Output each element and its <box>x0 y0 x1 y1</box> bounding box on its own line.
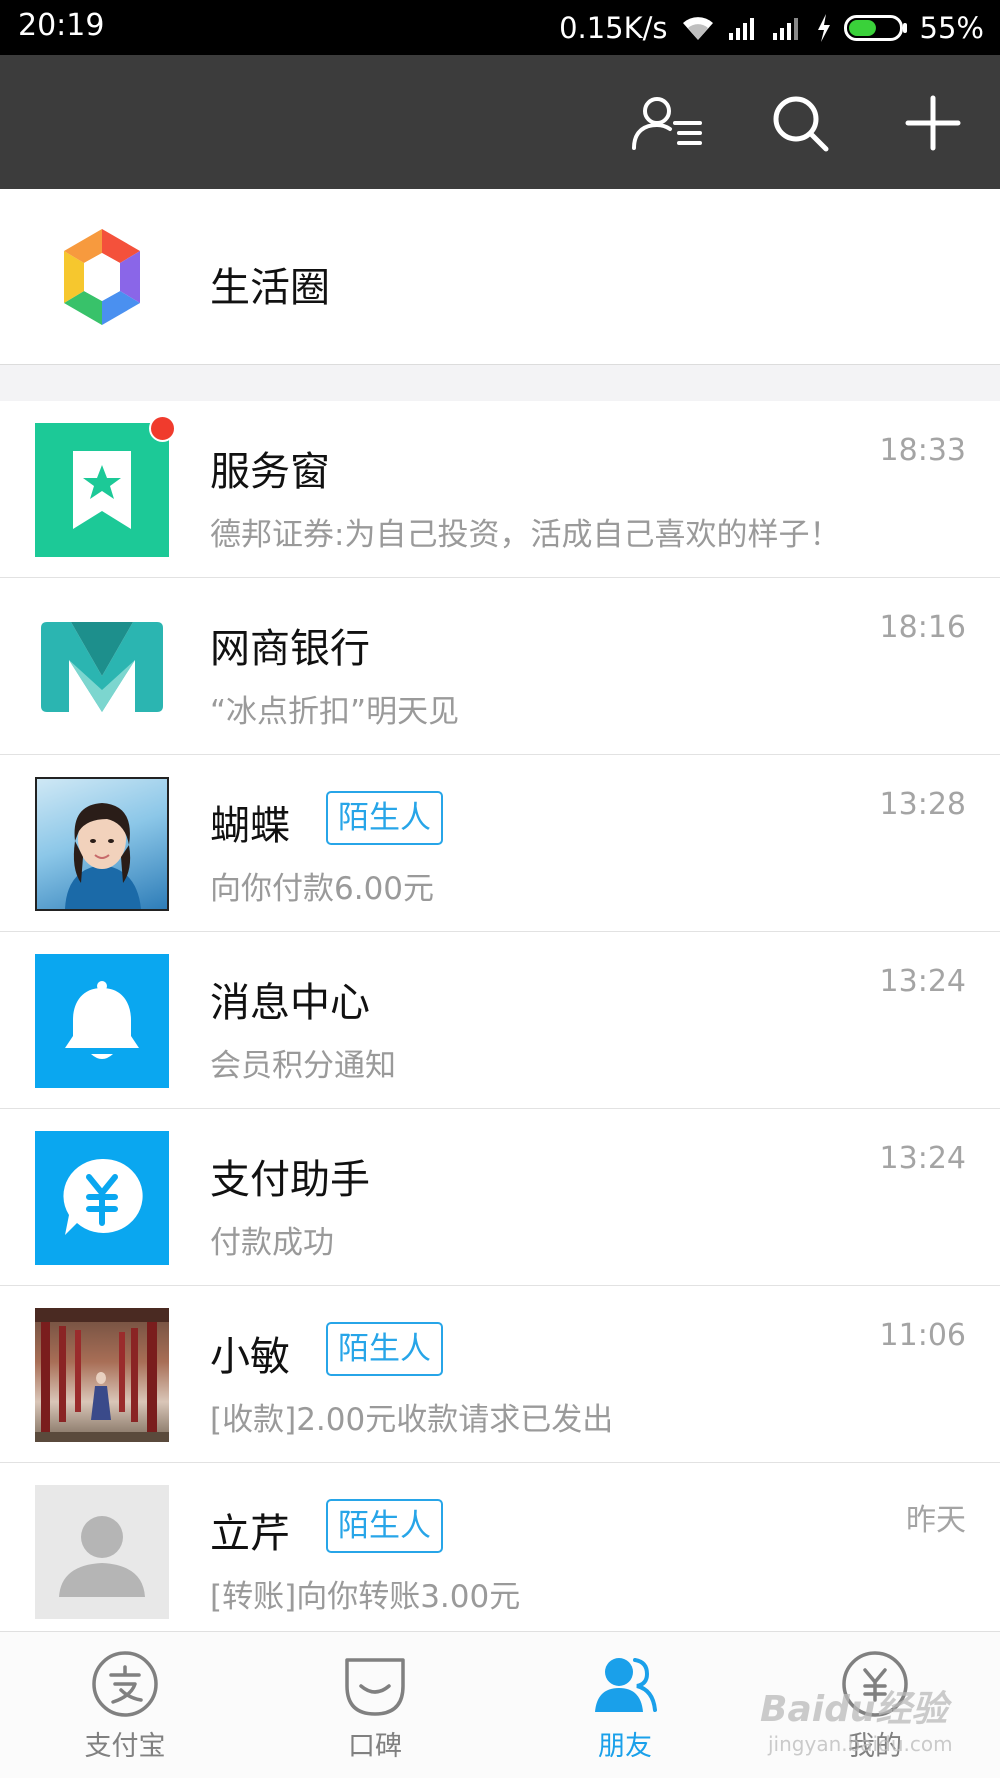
koubei-icon <box>345 1658 405 1716</box>
chat-name: 消息中心 <box>210 980 370 1026</box>
net-speed: 0.15K/s <box>559 11 668 45</box>
tab-label: 口碑 <box>348 1731 402 1762</box>
stranger-tag: 陌生人 <box>326 1499 443 1553</box>
avatar <box>35 423 169 557</box>
mybank-logo <box>41 622 163 712</box>
chat-preview: 德邦证券:为自己投资，活成自己喜欢的样子！ <box>210 517 841 553</box>
contacts-icon <box>632 97 702 150</box>
tab-friends[interactable]: 朋友 <box>500 1632 750 1778</box>
chat-preview: [转账]向你转账3.00元 <box>210 1579 521 1615</box>
watermark-logo-text: Baidu经验 <box>760 1689 948 1730</box>
chat-name: 网商银行 <box>210 626 370 672</box>
tab-alipay[interactable]: 支付宝 <box>0 1632 250 1778</box>
avatar <box>35 600 169 734</box>
chat-time: 13:24 <box>879 1141 966 1176</box>
search-button[interactable] <box>764 91 836 155</box>
avatar <box>35 777 169 911</box>
chat-item-payment-assistant[interactable]: 支付助手 付款成功 13:24 <box>0 1109 1000 1286</box>
search-icon <box>773 96 829 152</box>
watermark: Baidu经验 jingyan.baidu.com <box>760 1680 990 1770</box>
chat-time: 昨天 <box>906 1503 966 1538</box>
chat-time: 18:16 <box>879 610 966 645</box>
contacts-button[interactable] <box>631 91 703 155</box>
chat-item-xiaomin[interactable]: 小敏 陌生人 [收款]2.00元收款请求已发出 11:06 <box>0 1286 1000 1463</box>
plus-icon <box>905 95 961 151</box>
default-avatar-icon <box>59 1516 145 1597</box>
wifi-icon <box>680 14 716 42</box>
status-time: 20:19 <box>18 8 105 43</box>
friends-icon <box>595 1658 657 1712</box>
service-window-icon <box>73 451 131 529</box>
chat-name: 立芹 <box>210 1511 290 1557</box>
unread-badge <box>149 415 176 442</box>
chat-preview: 向你付款6.00元 <box>210 871 435 907</box>
chat-time: 13:24 <box>879 964 966 999</box>
chat-item-service-window[interactable]: 服务窗 德邦证券:为自己投资，活成自己喜欢的样子！ 18:33 <box>0 401 1000 578</box>
alipay-icon <box>92 1651 158 1717</box>
chat-preview: 付款成功 <box>210 1225 334 1261</box>
app-bar <box>0 55 1000 189</box>
stranger-tag: 陌生人 <box>326 1322 443 1376</box>
status-bar: 20:19 0.15K/s 55% <box>0 0 1000 55</box>
signal-icon <box>728 15 760 41</box>
chat-item-liqin[interactable]: 立芹 陌生人 [转账]向你转账3.00元 昨天 <box>0 1463 1000 1640</box>
yuan-chat-icon <box>63 1158 143 1235</box>
watermark-url: jingyan.baidu.com <box>768 1732 953 1756</box>
avatar <box>35 954 169 1088</box>
chat-name: 小敏 <box>210 1334 290 1380</box>
chat-preview: 会员积分通知 <box>210 1048 396 1084</box>
chat-time: 11:06 <box>879 1318 966 1353</box>
chat-time: 13:28 <box>879 787 966 822</box>
chat-time: 18:33 <box>879 433 966 468</box>
avatar <box>35 1131 169 1265</box>
tab-label: 朋友 <box>598 1731 652 1762</box>
user-photo <box>35 1308 169 1442</box>
chat-preview: “冰点折扣”明天见 <box>210 694 460 730</box>
add-button[interactable] <box>897 91 969 155</box>
charging-icon <box>816 13 832 43</box>
signal-icon <box>772 15 804 41</box>
tab-label: 支付宝 <box>84 1731 166 1762</box>
chat-name: 支付助手 <box>210 1157 370 1203</box>
bell-icon <box>65 981 139 1059</box>
chat-item-butterfly[interactable]: 蝴蝶 陌生人 向你付款6.00元 13:28 <box>0 755 1000 932</box>
tab-koubei[interactable]: 口碑 <box>250 1632 500 1778</box>
life-circle-logo <box>64 229 140 325</box>
life-circle-row[interactable]: 生活圈 <box>0 189 1000 365</box>
avatar <box>35 1485 169 1619</box>
chat-name: 蝴蝶 <box>210 803 290 849</box>
stranger-tag: 陌生人 <box>326 791 443 845</box>
user-photo <box>65 803 141 909</box>
chat-item-mybank[interactable]: 网商银行 “冰点折扣”明天见 18:16 <box>0 578 1000 755</box>
avatar <box>35 1308 169 1442</box>
battery-percent: 55% <box>919 11 984 45</box>
chat-preview: [收款]2.00元收款请求已发出 <box>210 1402 614 1438</box>
chat-name: 服务窗 <box>210 449 330 495</box>
battery-icon <box>843 13 908 43</box>
life-circle-label: 生活圈 <box>210 265 330 311</box>
chat-item-message-center[interactable]: 消息中心 会员积分通知 13:24 <box>0 932 1000 1109</box>
